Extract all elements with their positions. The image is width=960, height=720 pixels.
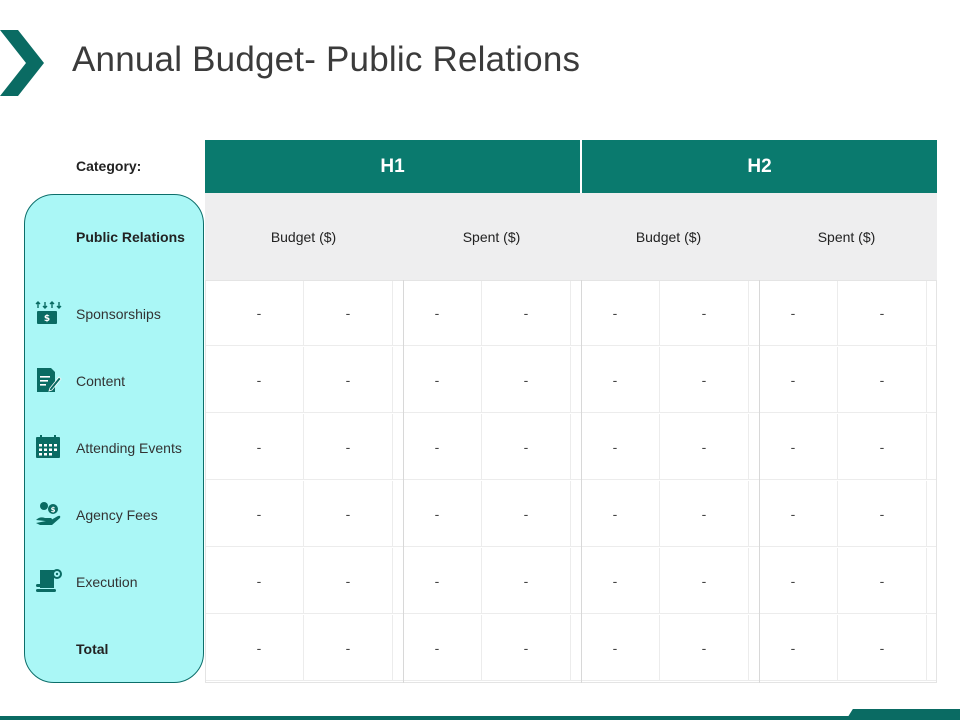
row-label-total: Total [76,641,109,657]
table-cell: - [393,414,482,480]
row-label-execution: Execution [76,574,138,590]
table-cell: - [304,615,393,681]
table-cell: - [393,481,482,547]
table-cell: - [749,414,838,480]
table-cell: - [838,347,927,413]
table-cell: - [482,280,571,346]
subheader-h2-spent: Spent ($) [817,228,876,245]
chevron-logo-icon [0,30,44,96]
divider-line [759,280,760,683]
subheader-h1-budget: Budget ($) [270,228,337,245]
table-cell: - [482,347,571,413]
table-cell: - [660,414,749,480]
footer-bar [0,716,960,720]
table-cell: - [304,548,393,614]
table-cell: - [482,414,571,480]
budget-table: H1 H2 Budget ($) Spent ($) Budget ($) Sp… [205,140,937,683]
table-cell: - [660,481,749,547]
table-row: -------- [205,615,937,681]
table-cell: - [749,481,838,547]
table-cell: - [215,347,304,413]
table-cell: - [215,481,304,547]
table-cell: - [838,414,927,480]
row-label-agency-fees: Agency Fees [76,507,158,523]
table-cell: - [571,414,660,480]
table-cell: - [660,548,749,614]
table-cell: - [660,280,749,346]
table-cell: - [215,615,304,681]
table-cell: - [571,615,660,681]
table-row: -------- [205,481,937,547]
table-cell: - [660,615,749,681]
svg-text:$: $ [51,506,56,514]
divider-line [403,280,404,683]
table-cell: - [393,347,482,413]
table-cell: - [838,280,927,346]
table-cell: - [304,280,393,346]
row-label-sponsorships: Sponsorships [76,306,161,322]
category-label: Category: [76,158,142,174]
table-cell: - [749,347,838,413]
calendar-icon [36,435,60,458]
table-cell: - [571,347,660,413]
table-row: -------- [205,280,937,346]
page-title: Annual Budget- Public Relations [72,40,581,79]
svg-text:$: $ [44,314,50,324]
table-cell: - [838,615,927,681]
table-cell: - [571,548,660,614]
table-cell: - [215,280,304,346]
table-cell: - [304,414,393,480]
sponsorship-icon: $ [35,301,62,324]
table-cell: - [482,481,571,547]
column-header-h2: H2 [582,140,937,193]
public-relations-label: Public Relations [76,229,185,245]
table-row: -------- [205,414,937,480]
subheader-h1-spent: Spent ($) [462,228,521,245]
divider-line [581,280,582,683]
table-cell: - [571,280,660,346]
column-header-h1: H1 [205,140,580,193]
document-gear-icon [36,569,62,592]
table-cell: - [749,280,838,346]
table-cell: - [571,481,660,547]
table-cell: - [749,615,838,681]
content-edit-icon [37,368,62,392]
table-row: -------- [205,347,937,413]
table-cell: - [393,615,482,681]
table-cell: - [393,548,482,614]
table-cell: - [749,548,838,614]
table-cell: - [304,481,393,547]
table-cell: - [660,347,749,413]
table-cell: - [482,615,571,681]
footer-tab [846,709,960,720]
subheader-h2-budget: Budget ($) [635,228,702,245]
table-row: -------- [205,548,937,614]
row-label-attending-events: Attending Events [76,440,182,456]
table-cell: - [838,548,927,614]
table-cell: - [393,280,482,346]
table-cell: - [215,414,304,480]
table-cell: - [482,548,571,614]
table-cell: - [215,548,304,614]
table-cell: - [838,481,927,547]
hand-coins-icon: $ [36,502,61,525]
table-cell: - [304,347,393,413]
row-label-content: Content [76,373,126,389]
